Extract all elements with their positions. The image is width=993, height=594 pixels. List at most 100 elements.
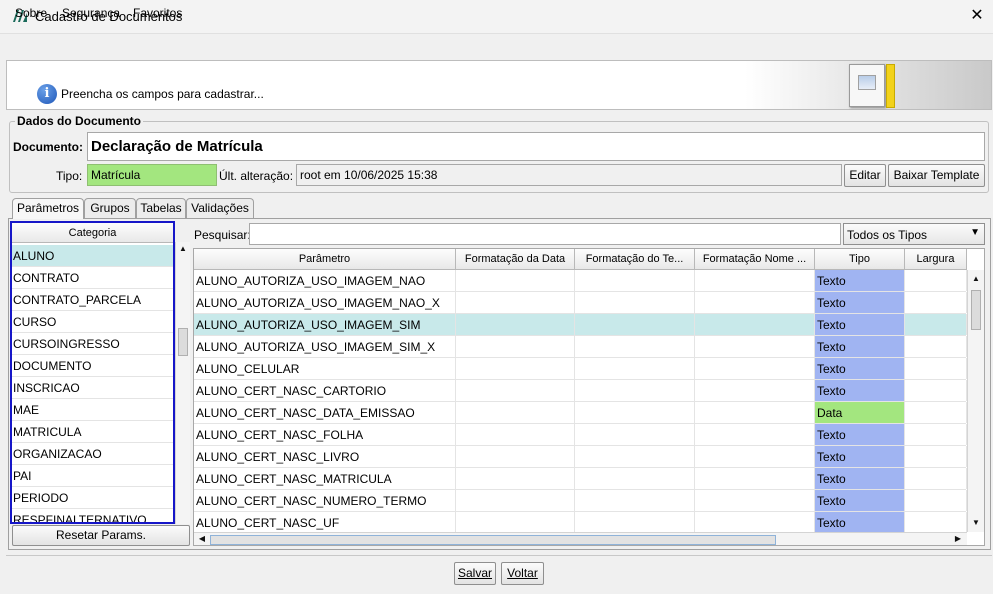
empty-cell[interactable] — [695, 292, 815, 313]
resetar-params-button[interactable]: Resetar Params. — [12, 525, 190, 546]
empty-cell[interactable] — [905, 358, 967, 379]
empty-cell[interactable] — [456, 446, 575, 467]
empty-cell[interactable] — [695, 490, 815, 511]
empty-cell[interactable] — [695, 446, 815, 467]
scroll-left-icon[interactable]: ◀ — [196, 532, 208, 545]
tipo-cell[interactable]: Texto — [815, 314, 905, 335]
empty-cell[interactable] — [456, 468, 575, 489]
empty-cell[interactable] — [456, 270, 575, 291]
column-header[interactable]: Formatação do Te... — [575, 249, 695, 270]
empty-cell[interactable] — [905, 424, 967, 445]
categoria-item[interactable]: MAE — [12, 399, 173, 421]
empty-cell[interactable] — [695, 314, 815, 335]
scroll-thumb[interactable] — [971, 290, 981, 330]
empty-cell[interactable] — [456, 380, 575, 401]
scroll-thumb[interactable] — [178, 328, 188, 356]
empty-cell[interactable] — [695, 358, 815, 379]
tipo-cell[interactable]: Texto — [815, 270, 905, 291]
parametro-cell[interactable]: ALUNO_AUTORIZA_USO_IMAGEM_SIM — [194, 314, 456, 335]
categoria-item[interactable]: INSCRICAO — [12, 377, 173, 399]
table-row[interactable]: ALUNO_CELULAR Texto — [194, 358, 967, 380]
menu-seguranca[interactable]: Segurança — [62, 6, 120, 20]
empty-cell[interactable] — [575, 402, 695, 423]
table-row[interactable]: ALUNO_AUTORIZA_USO_IMAGEM_NAO Texto — [194, 270, 967, 292]
categoria-scrollbar[interactable]: ▲ — [175, 242, 190, 524]
column-header[interactable]: Tipo — [815, 249, 905, 270]
column-header[interactable]: Parâmetro — [194, 249, 456, 270]
table-row[interactable]: ALUNO_CERT_NASC_UF Texto — [194, 512, 967, 534]
salvar-button[interactable]: Salvar — [454, 562, 496, 585]
categoria-item[interactable]: ALUNO — [12, 245, 173, 267]
column-header[interactable]: Formatação da Data — [456, 249, 575, 270]
scroll-right-icon[interactable]: ▶ — [952, 532, 964, 545]
empty-cell[interactable] — [695, 512, 815, 533]
table-row[interactable]: ALUNO_CERT_NASC_MATRICULA Texto — [194, 468, 967, 490]
tipo-cell[interactable]: Texto — [815, 446, 905, 467]
empty-cell[interactable] — [456, 314, 575, 335]
empty-cell[interactable] — [905, 292, 967, 313]
categoria-item[interactable]: DOCUMENTO — [12, 355, 173, 377]
categoria-list[interactable]: Categoria ALUNO CONTRATO CONTRATO_PARCELA C… — [10, 221, 175, 524]
tipo-field[interactable]: Matrícula — [87, 164, 217, 186]
table-row[interactable]: ALUNO_CERT_NASC_CARTORIO Texto — [194, 380, 967, 402]
menu-favoritos[interactable]: Favoritos — [133, 6, 182, 20]
table-row[interactable]: ALUNO_AUTORIZA_USO_IMAGEM_SIM_X Texto — [194, 336, 967, 358]
voltar-button[interactable]: Voltar — [501, 562, 544, 585]
empty-cell[interactable] — [905, 512, 967, 533]
table-row[interactable]: ALUNO_AUTORIZA_USO_IMAGEM_NAO_X Texto — [194, 292, 967, 314]
tipo-cell[interactable]: Data — [815, 402, 905, 423]
categoria-item[interactable]: CONTRATO — [12, 267, 173, 289]
empty-cell[interactable] — [456, 424, 575, 445]
table-row[interactable]: ALUNO_CERT_NASC_FOLHA Texto — [194, 424, 967, 446]
empty-cell[interactable] — [695, 270, 815, 291]
parametro-cell[interactable]: ALUNO_CERT_NASC_FOLHA — [194, 424, 456, 445]
empty-cell[interactable] — [905, 270, 967, 291]
tipo-filter-select[interactable]: Todos os Tipos ▼ — [843, 223, 985, 245]
empty-cell[interactable] — [456, 292, 575, 313]
empty-cell[interactable] — [695, 402, 815, 423]
table-vscrollbar[interactable]: ▲ ▼ — [967, 270, 984, 532]
column-header[interactable]: Largura — [905, 249, 967, 270]
categoria-item[interactable]: PAI — [12, 465, 173, 487]
tipo-cell[interactable]: Texto — [815, 380, 905, 401]
empty-cell[interactable] — [695, 380, 815, 401]
empty-cell[interactable] — [575, 446, 695, 467]
empty-cell[interactable] — [575, 490, 695, 511]
parametro-cell[interactable]: ALUNO_AUTORIZA_USO_IMAGEM_NAO_X — [194, 292, 456, 313]
tab-parametros[interactable]: Parâmetros — [12, 198, 84, 219]
close-button[interactable]: ✕ — [962, 2, 992, 30]
empty-cell[interactable] — [905, 490, 967, 511]
empty-cell[interactable] — [575, 314, 695, 335]
parametro-cell[interactable]: ALUNO_AUTORIZA_USO_IMAGEM_SIM_X — [194, 336, 456, 357]
search-input[interactable] — [249, 223, 841, 245]
empty-cell[interactable] — [575, 512, 695, 533]
scroll-thumb[interactable] — [210, 535, 776, 545]
categoria-item[interactable]: MATRICULA — [12, 421, 173, 443]
categoria-item[interactable]: ORGANIZACAO — [12, 443, 173, 465]
table-hscrollbar[interactable]: ◀ ▶ — [194, 532, 967, 545]
categoria-item[interactable]: CURSOINGRESSO — [12, 333, 173, 355]
table-row[interactable]: ALUNO_CERT_NASC_NUMERO_TERMO Texto — [194, 490, 967, 512]
baixar-template-button[interactable]: Baixar Template — [888, 164, 985, 187]
parametro-cell[interactable]: ALUNO_CELULAR — [194, 358, 456, 379]
empty-cell[interactable] — [905, 314, 967, 335]
empty-cell[interactable] — [695, 468, 815, 489]
empty-cell[interactable] — [695, 424, 815, 445]
scroll-up-icon[interactable]: ▲ — [968, 272, 984, 286]
parametro-cell[interactable]: ALUNO_CERT_NASC_MATRICULA — [194, 468, 456, 489]
tab-tabelas[interactable]: Tabelas — [136, 198, 186, 218]
tipo-cell[interactable]: Texto — [815, 336, 905, 357]
parametro-cell[interactable]: ALUNO_AUTORIZA_USO_IMAGEM_NAO — [194, 270, 456, 291]
parametro-cell[interactable]: ALUNO_CERT_NASC_UF — [194, 512, 456, 533]
parametro-cell[interactable]: ALUNO_CERT_NASC_NUMERO_TERMO — [194, 490, 456, 511]
empty-cell[interactable] — [575, 292, 695, 313]
empty-cell[interactable] — [575, 424, 695, 445]
empty-cell[interactable] — [905, 380, 967, 401]
menu-sobre[interactable]: Sobre — [15, 6, 47, 20]
table-row[interactable]: ALUNO_AUTORIZA_USO_IMAGEM_SIM Texto — [194, 314, 967, 336]
categoria-item[interactable]: PERIODO — [12, 487, 173, 509]
empty-cell[interactable] — [456, 402, 575, 423]
empty-cell[interactable] — [456, 358, 575, 379]
editar-button[interactable]: Editar — [844, 164, 886, 187]
tipo-cell[interactable]: Texto — [815, 358, 905, 379]
